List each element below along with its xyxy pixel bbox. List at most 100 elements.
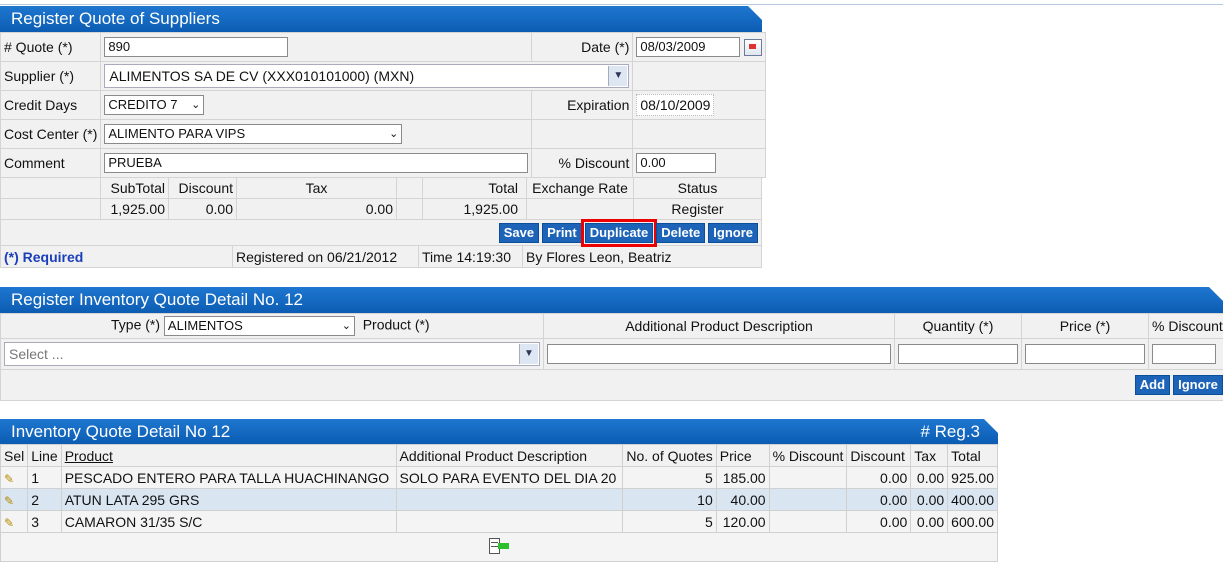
addl-desc-label: Additional Product Description xyxy=(543,313,895,339)
row-pdiscount xyxy=(768,466,848,489)
cost-center-label: Cost Center (*) xyxy=(0,119,102,149)
chevron-down-icon[interactable]: ▼ xyxy=(519,344,538,364)
credit-days-value: CREDITO 7 xyxy=(108,97,178,112)
row-discount: 0.00 xyxy=(846,510,912,533)
pencil-icon[interactable]: ✎ xyxy=(4,516,16,530)
detail-panel-title-text: Register Inventory Quote Detail No. 12 xyxy=(11,290,303,309)
table-row[interactable]: ✎ 1 PESCADO ENTERO PARA TALLA HUACHINANG… xyxy=(0,466,998,489)
chevron-down-icon[interactable]: ▼ xyxy=(608,66,628,86)
subtotal-value: 1,925.00 xyxy=(100,198,169,220)
calendar-icon[interactable] xyxy=(744,38,763,56)
quote-panel-title-text: Register Quote of Suppliers xyxy=(11,9,220,28)
col-total: Total xyxy=(947,444,998,467)
table-footer-row xyxy=(0,532,998,562)
row-product: ATUN LATA 295 GRS xyxy=(60,488,397,511)
tax-value: 0.00 xyxy=(236,198,397,220)
row-discount: 0.00 xyxy=(846,488,912,511)
exchange-rate-value xyxy=(526,198,634,220)
addl-desc-input[interactable] xyxy=(547,344,891,364)
row-line: 3 xyxy=(27,510,62,533)
button-row: Save Print Duplicate Delete Ignore xyxy=(0,218,762,247)
reg-count: # Reg.3 xyxy=(920,422,980,441)
row-desc: SOLO PARA EVENTO DEL DIA 20 xyxy=(395,466,624,489)
col-line: Line xyxy=(27,444,62,467)
list-panel: Inventory Quote Detail No 12 # Reg.3 Sel… xyxy=(0,419,998,562)
supplier-select[interactable]: ALIMENTOS SA DE CV (XXX010101000) (MXN) ▼ xyxy=(104,64,630,88)
pencil-icon[interactable]: ✎ xyxy=(4,472,16,486)
quote-footer: (*) Required Registered on 06/21/2012 Ti… xyxy=(0,245,762,268)
row-discount: 0.00 xyxy=(846,466,912,489)
supplier-value: ALIMENTOS SA DE CV (XXX010101000) (MXN) xyxy=(109,68,415,84)
row-tax: 0.00 xyxy=(910,488,949,511)
price-input[interactable] xyxy=(1025,344,1145,364)
type-value: ALIMENTOS xyxy=(167,318,243,333)
detail-form: Type (*) ALIMENTOS ⌄ Product (*) Addition… xyxy=(0,313,1223,401)
subtotal-header: SubTotal xyxy=(100,177,169,199)
registered-on: Registered on 06/21/2012 xyxy=(232,245,419,268)
delete-button[interactable]: Delete xyxy=(656,222,706,243)
row-quotes: 5 xyxy=(622,510,717,533)
row-price: 185.00 xyxy=(715,466,770,489)
corner-fold xyxy=(1209,287,1223,301)
save-button[interactable]: Save xyxy=(498,222,540,243)
col-discount: Discount xyxy=(846,444,912,467)
discount-value: 0.00 xyxy=(168,198,237,220)
col-addl-desc: Additional Product Description xyxy=(395,444,624,467)
product-label: Product (*) xyxy=(362,316,430,333)
duplicate-button[interactable]: Duplicate xyxy=(580,218,658,247)
col-product[interactable]: Product xyxy=(60,444,397,467)
pencil-icon[interactable]: ✎ xyxy=(4,494,16,508)
product-placeholder: Select ... xyxy=(9,346,64,362)
pdiscount-input[interactable] xyxy=(1152,344,1216,364)
row-line: 2 xyxy=(27,488,62,511)
col-sel: Sel xyxy=(0,444,29,467)
quote-label: # Quote (*) xyxy=(0,32,102,62)
tax-header: Tax xyxy=(236,177,397,199)
product-select[interactable]: Select ... ▼ xyxy=(4,342,540,366)
price-label: Price (*) xyxy=(1021,313,1149,339)
detail-ignore-button[interactable]: Ignore xyxy=(1173,375,1223,395)
detail-panel-title: Register Inventory Quote Detail No. 12 xyxy=(0,287,1223,313)
status-header: Status xyxy=(633,177,762,199)
quote-panel: Register Quote of Suppliers # Quote (*) … xyxy=(0,6,767,268)
table-row[interactable]: ✎ 3 CAMARON 31/35 S/C 5 120.00 0.00 0.00… xyxy=(0,510,998,533)
date-input[interactable]: 08/03/2009 xyxy=(636,37,741,57)
list-panel-title-text: Inventory Quote Detail No 12 xyxy=(11,422,231,441)
export-excel-icon[interactable] xyxy=(489,537,509,554)
cost-center-value: ALIMENTO PARA VIPS xyxy=(108,126,246,141)
credit-days-select[interactable]: CREDITO 7 ⌄ xyxy=(104,95,205,115)
date-label: Date (*) xyxy=(531,32,634,62)
ignore-button[interactable]: Ignore xyxy=(708,222,758,243)
top-divider xyxy=(0,4,1223,5)
required-note: (*) Required xyxy=(0,245,233,268)
col-price: Price xyxy=(715,444,770,467)
row-pdiscount xyxy=(768,488,848,511)
row-desc xyxy=(395,510,624,533)
row-pdiscount xyxy=(768,510,848,533)
type-select[interactable]: ALIMENTOS ⌄ xyxy=(163,316,355,336)
row-total: 600.00 xyxy=(947,510,998,533)
total-value: 1,925.00 xyxy=(422,198,527,220)
discount-label: % Discount xyxy=(531,148,634,178)
quote-panel-title: Register Quote of Suppliers xyxy=(0,6,762,32)
expiration-value: 08/10/2009 xyxy=(636,94,715,116)
comment-input[interactable]: PRUEBA xyxy=(104,153,529,173)
add-button[interactable]: Add xyxy=(1134,375,1171,395)
row-quotes: 10 xyxy=(622,488,717,511)
pdiscount-label: % Discount xyxy=(1148,313,1223,339)
detail-button-row: Add Ignore xyxy=(0,369,1223,401)
registered-by: By Flores Leon, Beatriz xyxy=(522,245,762,268)
print-button[interactable]: Print xyxy=(542,222,582,243)
quote-number-input[interactable]: 890 xyxy=(104,37,289,57)
quantity-label: Quantity (*) xyxy=(894,313,1022,339)
table-row[interactable]: ✎ 2 ATUN LATA 295 GRS 10 40.00 0.00 0.00… xyxy=(0,488,998,511)
chevron-down-icon: ⌄ xyxy=(341,320,351,332)
discount-input[interactable]: 0.00 xyxy=(636,153,717,173)
quantity-input[interactable] xyxy=(898,344,1018,364)
supplier-label: Supplier (*) xyxy=(0,61,102,91)
row-total: 925.00 xyxy=(947,466,998,489)
total-header: Total xyxy=(422,177,527,199)
col-quotes: No. of Quotes xyxy=(622,444,717,467)
cost-center-select[interactable]: ALIMENTO PARA VIPS ⌄ xyxy=(104,124,403,144)
summary-table: SubTotal Discount Tax Total Exchange Rat… xyxy=(0,177,762,247)
